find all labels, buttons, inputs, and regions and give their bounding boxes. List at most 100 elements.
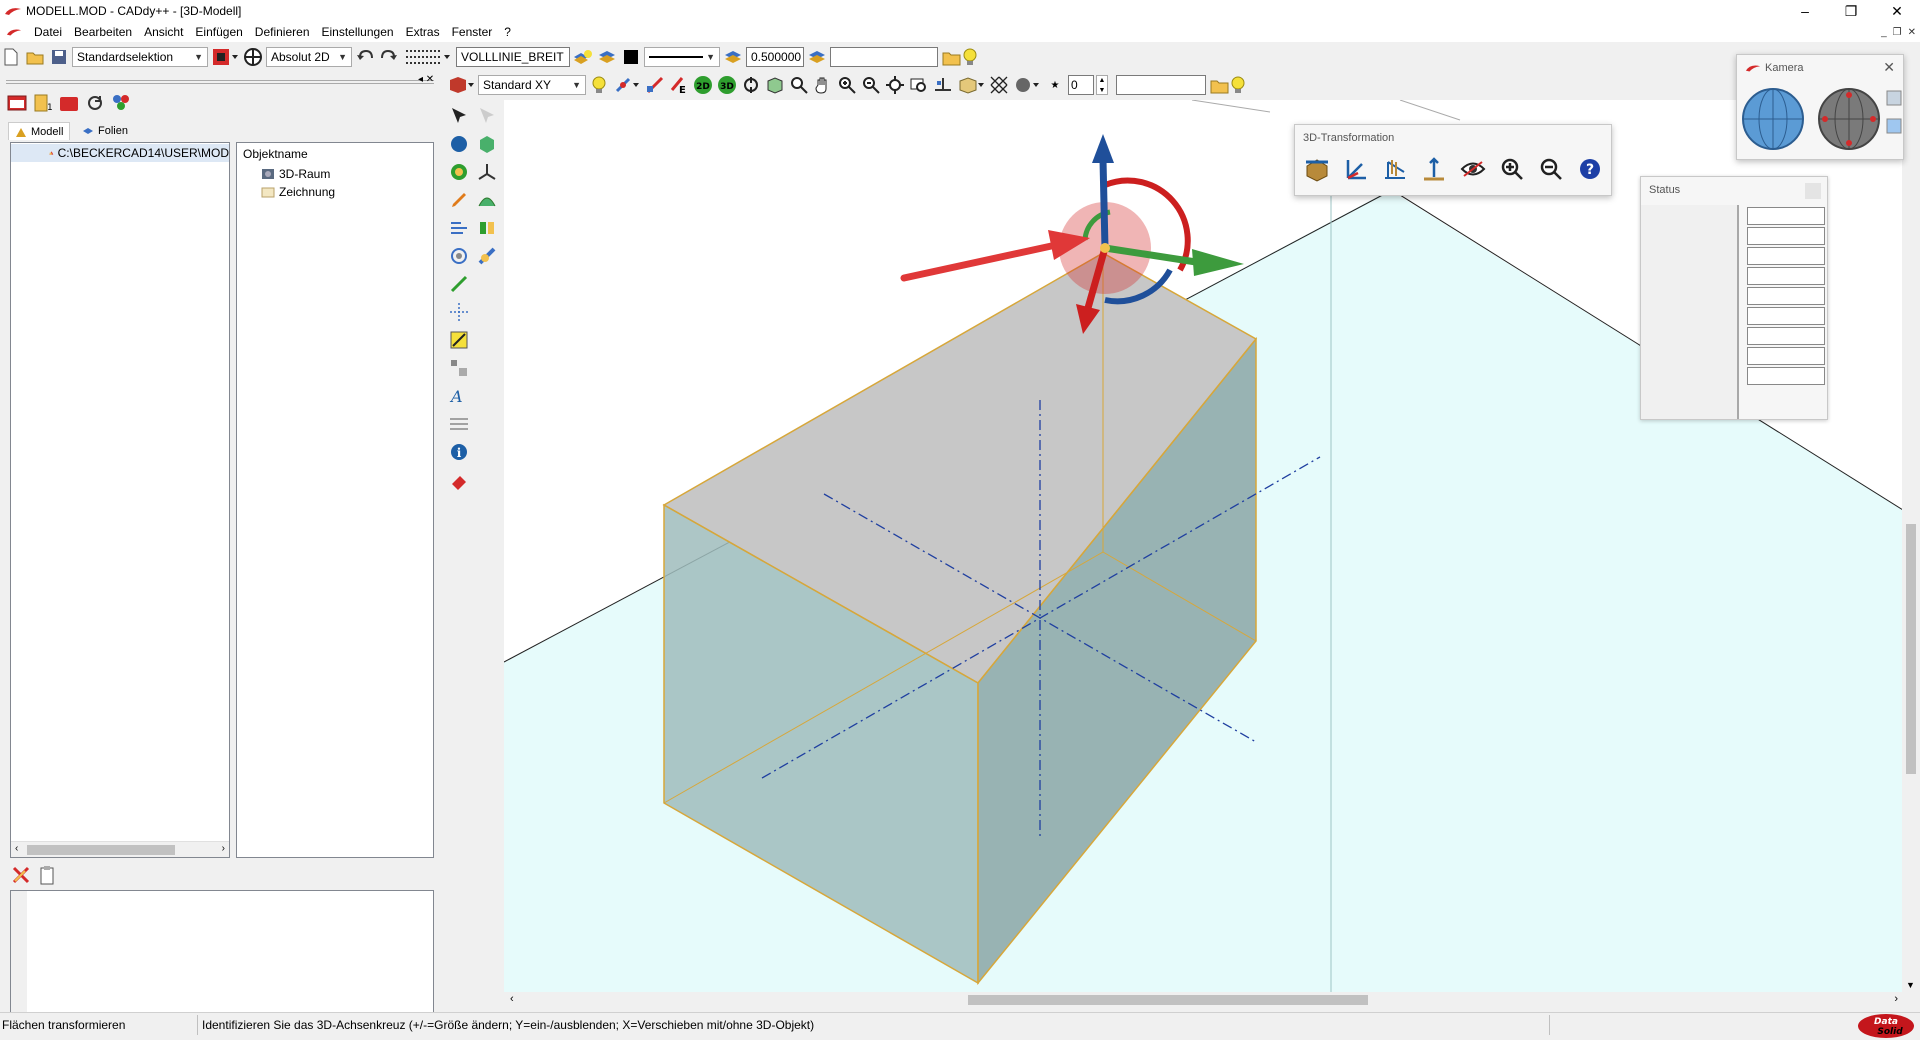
info-icon[interactable]: i [447,440,471,464]
move-object-icon[interactable] [1303,155,1330,183]
object-item-zeichnung[interactable]: Zeichnung [243,183,427,201]
pencil-icon[interactable] [447,188,471,212]
view-cube-blue-icon[interactable] [1886,118,1902,134]
linewidth-layers-icon[interactable] [722,46,744,68]
open-folder-icon[interactable] [24,46,46,68]
zoom-out-icon[interactable] [860,74,882,96]
select-arrow-icon[interactable] [447,104,471,128]
tree-hscroll-thumb[interactable] [27,845,175,855]
color-swatch[interactable] [620,46,642,68]
viewport-hscroll-thumb[interactable] [968,995,1368,1005]
dimension-icon[interactable] [447,328,471,352]
linestyle-select[interactable]: ▼ [644,47,720,67]
minimize-button[interactable]: – [1782,0,1828,22]
lightbulb-icon[interactable] [588,74,610,96]
view-cube-small-icon[interactable] [1886,90,1902,106]
extrude-icon[interactable] [475,216,499,240]
zoom-in-icon[interactable] [836,74,858,96]
red-window-icon[interactable] [6,92,28,114]
view-cube-icon[interactable] [446,74,476,96]
scroll-left-icon[interactable]: ‹ [15,843,18,854]
layer-field[interactable] [830,47,938,67]
document-logo-icon[interactable] [6,27,22,37]
sphere-icon[interactable] [447,132,471,156]
axes-transform-icon[interactable] [1342,155,1369,183]
hatch-icon[interactable] [447,412,471,436]
zoom-all-icon[interactable] [884,74,906,96]
undo-icon[interactable] [354,46,376,68]
linewidth-field[interactable]: 0.500000 [746,47,804,67]
zoom-extent-icon[interactable] [908,74,930,96]
gizmo-bigger-icon[interactable] [1498,155,1525,183]
menu-definieren[interactable]: Definieren [249,22,316,42]
gizmo-z-arrowhead[interactable] [1092,134,1114,163]
scroll-left-icon[interactable]: ‹ [510,993,514,1005]
tab-modell[interactable]: Modell [8,122,71,140]
panel-grip[interactable] [6,80,434,84]
spin-up-icon[interactable]: ▲ [1097,76,1107,86]
section-plane-icon[interactable] [932,74,954,96]
scroll-down-icon[interactable]: ▼ [1906,980,1915,990]
status-window-button[interactable] [1805,183,1821,199]
draw-line-icon[interactable] [447,272,471,296]
new-file-icon[interactable] [0,46,22,68]
line-snap-icon[interactable] [644,74,666,96]
linetype-field[interactable]: VOLLLINIE_BREIT [456,47,570,67]
folder-bulb-icon[interactable] [940,46,980,68]
measure-icon[interactable] [447,216,471,240]
shaded-cube-icon[interactable] [956,74,986,96]
edit-e-icon[interactable]: E [668,74,690,96]
gizmo-smaller-icon[interactable] [1537,155,1564,183]
hatch-grid-icon[interactable] [988,74,1010,96]
maximize-button[interactable]: ❐ [1828,0,1874,22]
menu-datei[interactable]: Datei [28,22,68,42]
scroll-right-icon[interactable]: › [222,843,225,854]
mdi-minimize-icon[interactable]: _ [1881,27,1887,38]
align-plane-icon[interactable] [1381,155,1408,183]
menu-einfuegen[interactable]: Einfügen [189,22,248,42]
delete-property-icon[interactable] [10,864,32,886]
point-icon[interactable] [447,300,471,324]
close-icon[interactable]: ✕ [1883,59,1895,76]
pen-layers-icon[interactable] [806,46,828,68]
menu-einstellungen[interactable]: Einstellungen [316,22,400,42]
view-2d-button[interactable]: 2D [692,74,714,96]
zoom-window-icon[interactable] [788,74,810,96]
eraser-icon[interactable] [447,468,471,492]
transform-toolbar-title[interactable]: 3D-Transformation [1295,125,1611,151]
panel-pin-icon[interactable]: ◂ ✕ [418,74,434,85]
redo-icon[interactable] [378,46,400,68]
pan-hand-icon[interactable] [812,74,834,96]
spin-buttons[interactable]: ▲ ▼ [1096,75,1108,95]
gizmo-z-axis[interactable] [1099,159,1109,249]
select-arrow-alt-icon[interactable] [475,104,499,128]
menu-ansicht[interactable]: Ansicht [138,22,189,42]
menu-bearbeiten[interactable]: Bearbeiten [68,22,138,42]
close-button[interactable]: ✕ [1874,0,1920,22]
viewport-vscrollbar[interactable]: ▼ [1902,100,1920,992]
camera-window-header[interactable]: Kamera [1737,55,1903,81]
text-icon[interactable]: A [447,384,471,408]
object-item-3d-raum[interactable]: 3D-Raum [243,165,427,183]
menu-help[interactable]: ? [498,22,517,42]
view-field[interactable] [1116,75,1206,95]
crosshair-icon[interactable] [242,46,264,68]
selection-filter-icon[interactable] [210,46,240,68]
spin-down-icon[interactable]: ▼ [1097,86,1107,96]
document-1-icon[interactable]: 1 [32,92,54,114]
axes-icon[interactable] [475,160,499,184]
menu-extras[interactable]: Extras [400,22,446,42]
mdi-close-icon[interactable]: ✕ [1908,27,1916,38]
layers-light-icon[interactable] [572,46,594,68]
view-select[interactable]: Standard XY ▼ [478,75,586,95]
layers-icon[interactable] [596,46,618,68]
menu-fenster[interactable]: Fenster [446,22,499,42]
tab-folien[interactable]: Folien [76,122,134,140]
camera-controls[interactable] [1737,81,1905,157]
sphere-select-icon[interactable] [1012,74,1042,96]
red-folder-icon[interactable] [58,92,80,114]
view-folder-bulb-icon[interactable] [1208,74,1248,96]
solid-box-icon[interactable] [475,132,499,156]
mdi-restore-icon[interactable]: ❐ [1893,27,1902,38]
tree-item-path[interactable]: C:\BECKERCAD14\USER\MOD [11,144,229,162]
